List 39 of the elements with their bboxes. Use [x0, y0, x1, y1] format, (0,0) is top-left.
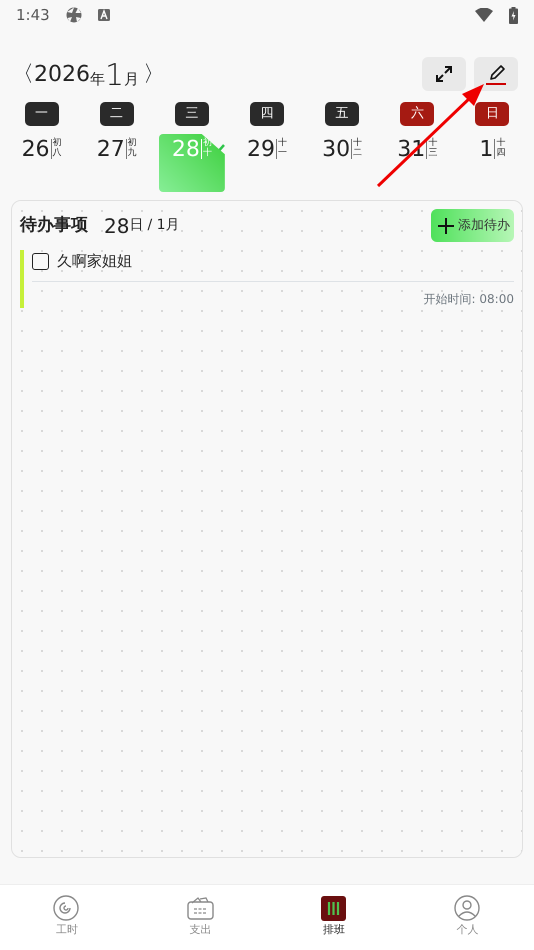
weekday-label: 一: [24, 102, 59, 126]
year-unit: 年: [90, 69, 105, 90]
nav-tab[interactable]: 工时: [0, 885, 134, 950]
todo-checkbox[interactable]: [32, 252, 49, 270]
todo-date-month: / 1月: [147, 216, 180, 235]
weekday-label: 六: [400, 102, 434, 126]
expand-button[interactable]: [422, 57, 466, 91]
edit-button[interactable]: [474, 57, 518, 91]
status-time: 1:43: [16, 4, 50, 26]
plus-icon: [437, 216, 455, 234]
keyboard-letter-icon: [98, 9, 110, 21]
todo-title: 待办事项: [20, 214, 88, 237]
weekday-label: 五: [325, 102, 360, 126]
todo-start-time: 开始时间: 08:00: [422, 290, 514, 308]
add-todo-button[interactable]: 添加待办: [431, 209, 514, 242]
battery-icon: [509, 6, 518, 24]
weekday-label: 三: [174, 102, 209, 126]
weekday-label: 日: [475, 102, 510, 126]
year-month-title: 2026: [34, 60, 90, 88]
weekday-label: 二: [100, 102, 134, 126]
person-icon: [454, 895, 481, 922]
next-month-button[interactable]: 〉: [143, 58, 166, 90]
pencil-icon: [483, 62, 509, 86]
bars-icon: [320, 895, 348, 922]
aperture-icon: [66, 7, 82, 23]
wifi-icon: [475, 8, 493, 22]
month-number: 1: [105, 60, 124, 90]
prev-month-button[interactable]: 〈: [12, 58, 34, 90]
weekday-label: 四: [250, 102, 284, 126]
nav-tab[interactable]: 排班: [267, 885, 400, 950]
todo-date-day: 28: [104, 216, 130, 236]
spiral-icon: [53, 895, 80, 922]
month-unit: 月: [124, 69, 140, 90]
todo-date-unit: 日: [129, 216, 144, 235]
todo-text: 久啊家姐姐: [57, 251, 132, 272]
nav-tab[interactable]: 支出: [134, 885, 267, 950]
expand-icon: [435, 65, 453, 83]
nav-tab[interactable]: 个人: [400, 885, 534, 950]
wallet-icon: [186, 895, 214, 922]
